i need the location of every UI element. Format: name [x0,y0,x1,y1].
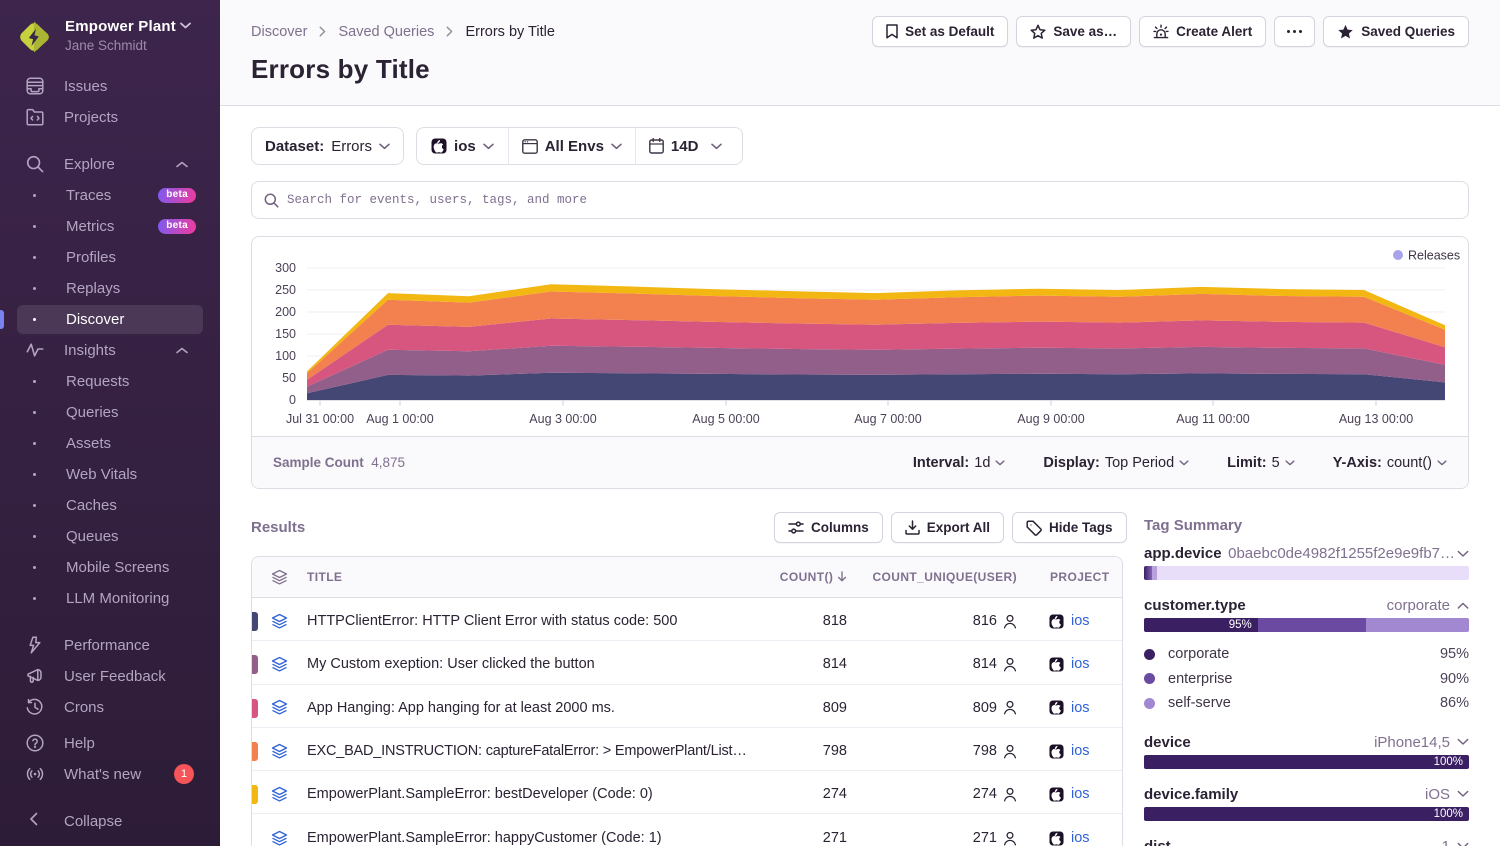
svg-text:Aug 11 00:00: Aug 11 00:00 [1176,412,1249,426]
svg-text:Jul 31 00:00: Jul 31 00:00 [286,412,354,426]
svg-text:200: 200 [275,305,296,319]
svg-text:Aug 7 00:00: Aug 7 00:00 [854,412,921,426]
svg-text:Aug 3 00:00: Aug 3 00:00 [529,412,596,426]
svg-text:250: 250 [275,283,296,297]
svg-text:50: 50 [282,371,296,385]
svg-text:Aug 13 00:00: Aug 13 00:00 [1339,412,1413,426]
svg-text:0: 0 [289,393,296,407]
svg-text:Aug 5 00:00: Aug 5 00:00 [692,412,759,426]
svg-text:100: 100 [275,349,296,363]
svg-text:300: 300 [275,261,296,275]
svg-text:Aug 1 00:00: Aug 1 00:00 [366,412,433,426]
svg-text:Aug 9 00:00: Aug 9 00:00 [1017,412,1084,426]
svg-text:150: 150 [275,327,296,341]
svg-text:Releases: Releases [1408,249,1460,263]
